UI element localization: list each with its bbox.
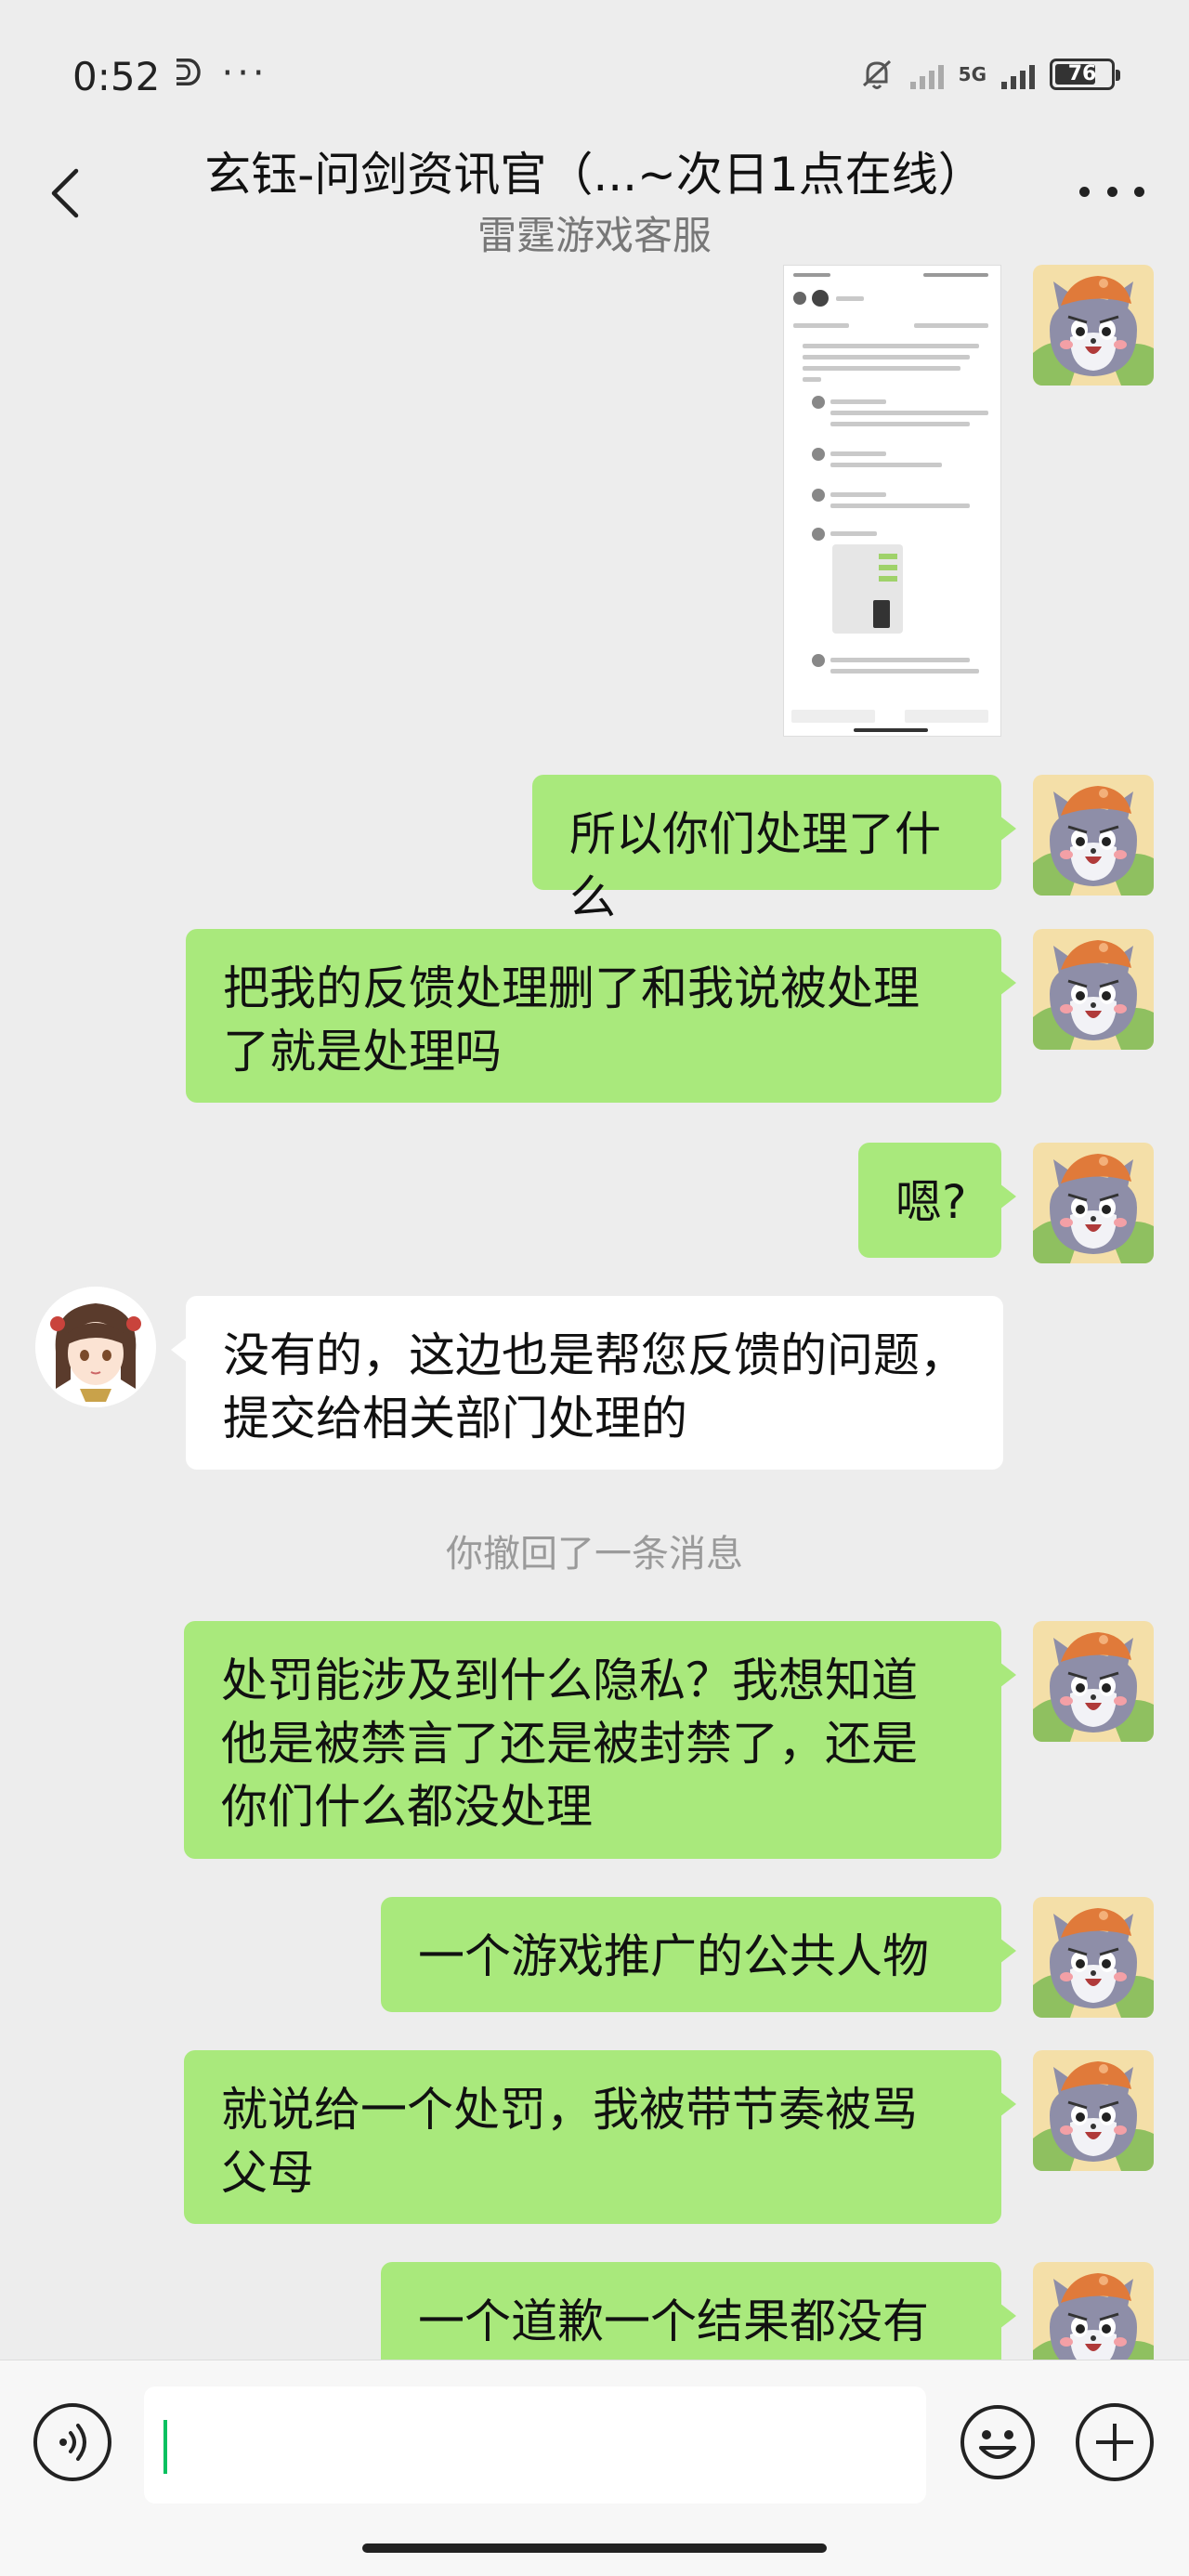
plus-glyph-icon bbox=[1096, 2424, 1133, 2461]
message-bubble-sent[interactable]: 嗯? bbox=[858, 1143, 1016, 1258]
message-bubble-sent[interactable]: 所以你们处理了什么 bbox=[532, 775, 1016, 924]
chat-title: 玄钰-问剑资讯官（...~次日1点在线） bbox=[204, 148, 985, 202]
agent-avatar[interactable] bbox=[35, 1287, 156, 1407]
message-text-line: 把我的反馈处理删了和我说被处理 bbox=[223, 961, 920, 1015]
chat-subtitle: 雷霆游戏客服 bbox=[477, 213, 712, 258]
signal-5g-icon bbox=[1001, 59, 1035, 89]
status-bar: 0:52 ᕲ ··· 5G 76 bbox=[0, 0, 1189, 130]
message-text-line: 了就是处理吗 bbox=[223, 1025, 502, 1079]
status-notification-icons: ᕲ ··· bbox=[175, 52, 268, 95]
my-avatar[interactable] bbox=[1033, 1621, 1154, 1742]
my-avatar[interactable] bbox=[1033, 265, 1154, 386]
voice-waves-icon bbox=[59, 2424, 86, 2461]
message-text-line: 你们什么都没处理 bbox=[221, 1780, 593, 1834]
message-bubble-sent[interactable]: 处罚能涉及到什么隐私？我想知道 他是被禁言了还是被封禁了，还是 你们什么都没处理 bbox=[184, 1621, 1016, 1859]
chat-header: 玄钰-问剑资讯官（...~次日1点在线） 雷霆游戏客服 bbox=[0, 130, 1189, 269]
my-avatar[interactable] bbox=[1033, 1897, 1154, 2018]
battery-level: 76 bbox=[1067, 62, 1097, 85]
message-text-line: 就说给一个处罚，我被带节奏被骂 bbox=[221, 2083, 918, 2137]
message-text-line: 他是被禁言了还是被封禁了，还是 bbox=[221, 1717, 918, 1771]
status-time: 0:52 bbox=[72, 54, 161, 99]
more-dots-icon[interactable] bbox=[1079, 182, 1144, 201]
my-avatar[interactable] bbox=[1033, 775, 1154, 896]
recall-notice: 你撤回了一条消息 bbox=[446, 1533, 743, 1576]
message-text: 一个游戏推广的公共人物 bbox=[418, 1929, 929, 1983]
message-bubble-received[interactable]: 没有的，这边也是帮您反馈的问题， 提交给相关部门处理的 bbox=[171, 1296, 1003, 1470]
battery-icon: 76 bbox=[1050, 59, 1120, 90]
emoji-icon[interactable] bbox=[959, 2403, 1037, 2481]
message-list[interactable]: 所以你们处理了什么 把我的反馈处理删了和我说被处理 了就是处理吗 嗯? 没有的，… bbox=[0, 265, 1189, 2360]
nested-screenshot bbox=[832, 544, 903, 634]
message-input[interactable] bbox=[144, 2386, 926, 2504]
message-text-line: 父母 bbox=[221, 2146, 314, 2200]
message-text: 所以你们处理了什么 bbox=[569, 807, 941, 924]
message-text: 一个道歉一个结果都没有 bbox=[418, 2295, 929, 2348]
status-right-icons: 5G 76 bbox=[858, 56, 1120, 93]
my-avatar[interactable] bbox=[1033, 1143, 1154, 1263]
message-text-line: 处罚能涉及到什么隐私？我想知道 bbox=[221, 1654, 918, 1707]
message-bubble-sent[interactable]: 把我的反馈处理删了和我说被处理 了就是处理吗 bbox=[186, 929, 1016, 1103]
voice-icon[interactable] bbox=[33, 2403, 111, 2481]
image-message[interactable] bbox=[783, 265, 1001, 737]
text-caret bbox=[163, 2420, 167, 2474]
message-bubble-sent[interactable]: 就说给一个处罚，我被带节奏被骂 父母 bbox=[184, 2050, 1016, 2224]
message-text: 嗯? bbox=[895, 1175, 967, 1229]
message-text-line: 提交给相关部门处理的 bbox=[223, 1392, 687, 1445]
message-bubble-sent[interactable]: 一个道歉一个结果都没有 bbox=[381, 2262, 1016, 2360]
my-avatar[interactable] bbox=[1033, 929, 1154, 1050]
my-avatar[interactable] bbox=[1033, 2262, 1154, 2360]
signal-icon bbox=[909, 59, 944, 89]
plus-icon[interactable] bbox=[1076, 2403, 1154, 2481]
message-text-line: 没有的，这边也是帮您反馈的问题， bbox=[223, 1328, 966, 1382]
message-bubble-sent[interactable]: 一个游戏推广的公共人物 bbox=[381, 1897, 1016, 2012]
network-type: 5G bbox=[958, 63, 986, 85]
home-indicator[interactable] bbox=[362, 2543, 827, 2553]
my-avatar[interactable] bbox=[1033, 2050, 1154, 2171]
mute-bell-icon bbox=[862, 59, 891, 89]
